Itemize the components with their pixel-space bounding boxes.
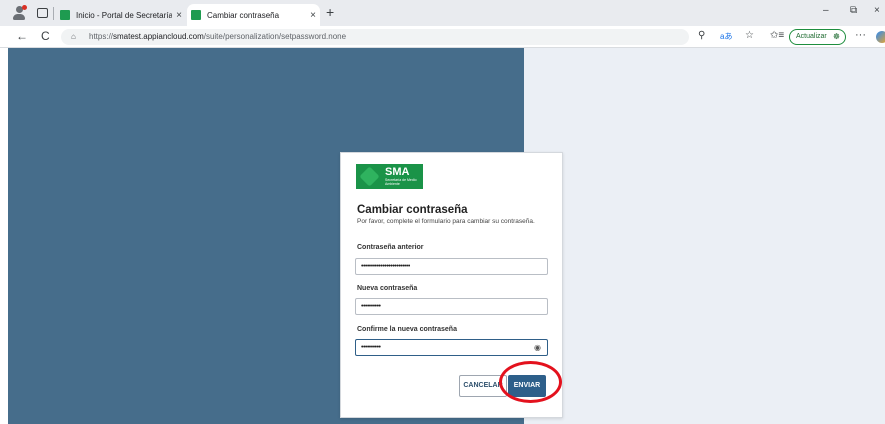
tab-inicio[interactable]: Inicio - Portal de Secretaría de Me × bbox=[56, 4, 186, 26]
sma-emblem-icon bbox=[359, 166, 380, 187]
site-favicon-icon bbox=[191, 10, 201, 20]
refresh-icon[interactable]: C bbox=[41, 29, 50, 43]
favorite-star-icon[interactable]: ☆ bbox=[745, 30, 754, 41]
cancel-button[interactable]: CANCELAR bbox=[459, 375, 507, 397]
show-password-eye-icon[interactable]: ◉ bbox=[534, 340, 541, 355]
logo-subtitle: Secretaría de Medio Ambiente bbox=[385, 178, 417, 186]
confirm-password-input[interactable]: •••••••••• ◉ bbox=[355, 339, 548, 356]
sma-logo: SMA Secretaría de Medio Ambiente bbox=[356, 164, 423, 189]
read-aloud-icon[interactable]: aあ bbox=[720, 31, 732, 42]
profile-icon[interactable] bbox=[13, 5, 27, 20]
update-button[interactable]: Actualizar ☸ bbox=[789, 29, 846, 45]
page-title: Cambiar contraseña bbox=[357, 204, 468, 216]
tab-separator bbox=[53, 7, 54, 20]
tab-strip: Inicio - Portal de Secretaría de Me × Ca… bbox=[0, 0, 885, 26]
tab-actions-icon[interactable] bbox=[37, 8, 48, 18]
back-icon[interactable]: ← bbox=[16, 29, 28, 43]
tab-cambiar-contrasena[interactable]: Cambiar contraseña × bbox=[187, 4, 320, 26]
tab-close-icon[interactable]: × bbox=[306, 10, 320, 21]
new-password-label: Nueva contraseña bbox=[357, 285, 418, 292]
form-description: Por favor, complete el formulario para c… bbox=[357, 218, 535, 225]
new-password-input[interactable]: •••••••••• bbox=[355, 298, 548, 315]
tab-title: Cambiar contraseña bbox=[207, 10, 280, 20]
submit-button[interactable]: ENVIAR bbox=[508, 375, 546, 397]
logo-name: SMA bbox=[385, 166, 410, 178]
new-tab-icon[interactable]: + bbox=[326, 4, 334, 20]
browser-window: Inicio - Portal de Secretaría de Me × Ca… bbox=[0, 0, 885, 424]
more-options-icon[interactable]: ··· bbox=[855, 29, 866, 41]
new-password-value: •••••••••• bbox=[361, 303, 381, 310]
minimize-icon[interactable]: – bbox=[823, 5, 829, 16]
confirm-password-label: Confirme la nueva contraseña bbox=[357, 326, 457, 333]
address-url: https://smatest.appiancloud.com/suite/pe… bbox=[89, 32, 347, 41]
change-password-card: SMA Secretaría de Medio Ambiente Cambiar… bbox=[340, 152, 563, 418]
restore-icon[interactable]: ⧉ bbox=[850, 5, 857, 16]
tab-close-icon[interactable]: × bbox=[172, 10, 186, 21]
site-info-icon[interactable]: ⌂ bbox=[71, 29, 81, 45]
browser-toolbar: ← C ⌂ https://smatest.appiancloud.com/su… bbox=[0, 26, 885, 48]
copilot-icon[interactable] bbox=[876, 31, 885, 43]
site-favicon-icon bbox=[60, 10, 70, 20]
search-icon[interactable]: ⚲ bbox=[698, 30, 705, 41]
old-password-label: Contraseña anterior bbox=[357, 244, 424, 251]
old-password-input[interactable]: ••••••••••••••••••••••••• bbox=[355, 258, 548, 275]
address-bar[interactable]: ⌂ https://smatest.appiancloud.com/suite/… bbox=[61, 29, 689, 45]
favorites-bar-icon[interactable]: ✩≡ bbox=[770, 30, 784, 41]
update-label: Actualizar bbox=[796, 33, 827, 40]
page-background-right bbox=[524, 48, 885, 424]
confirm-password-value: •••••••••• bbox=[361, 344, 381, 351]
update-icon: ☸ bbox=[832, 32, 840, 41]
window-close-icon[interactable]: × bbox=[874, 5, 880, 16]
tab-title: Inicio - Portal de Secretaría de Me bbox=[76, 10, 172, 20]
old-password-value: ••••••••••••••••••••••••• bbox=[361, 263, 410, 270]
